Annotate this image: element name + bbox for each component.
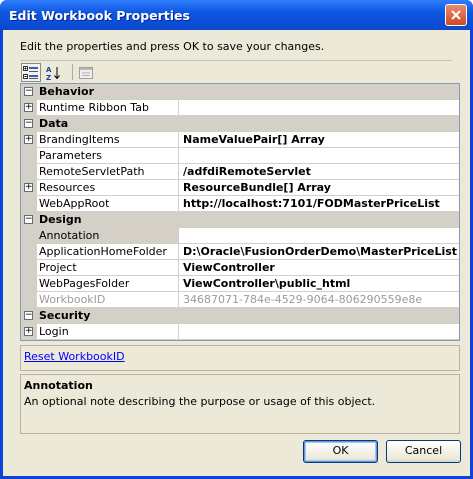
row-gutter: + bbox=[21, 132, 37, 148]
category-label: Behavior bbox=[39, 85, 95, 98]
property-row[interactable]: Parameters bbox=[21, 148, 459, 164]
row-gutter: + bbox=[21, 100, 37, 116]
property-name: WebPagesFolder bbox=[37, 276, 179, 292]
collapse-icon[interactable]: − bbox=[24, 311, 33, 320]
property-value[interactable]: http://localhost:7101/FODMasterPriceList bbox=[179, 196, 459, 212]
property-value[interactable]: NameValuePair[] Array bbox=[179, 132, 459, 148]
row-gutter: + bbox=[21, 180, 37, 196]
category-behavior[interactable]: − Behavior bbox=[21, 84, 459, 100]
category-design[interactable]: − Design bbox=[21, 212, 459, 228]
cancel-button[interactable]: Cancel bbox=[386, 440, 461, 463]
expand-icon[interactable]: + bbox=[24, 103, 33, 112]
row-gutter bbox=[21, 148, 37, 164]
property-value[interactable] bbox=[179, 228, 459, 244]
description-pane: Annotation An optional note describing t… bbox=[20, 374, 460, 434]
property-row[interactable]: + Resources ResourceBundle[] Array bbox=[21, 180, 459, 196]
property-row[interactable]: RemoteServletPath /adfdiRemoteServlet bbox=[21, 164, 459, 180]
categorized-button[interactable] bbox=[21, 63, 41, 82]
property-row[interactable]: WebPagesFolder ViewController\public_htm… bbox=[21, 276, 459, 292]
property-row[interactable]: WebAppRoot http://localhost:7101/FODMast… bbox=[21, 196, 459, 212]
property-name: Login bbox=[37, 324, 179, 340]
ok-button[interactable]: OK bbox=[303, 440, 378, 463]
property-name: Resources bbox=[37, 180, 179, 196]
expand-icon[interactable]: + bbox=[24, 327, 33, 336]
property-value: 34687071-784e-4529-9064-806290559e8e bbox=[179, 292, 459, 308]
property-pages-button[interactable] bbox=[76, 63, 96, 82]
property-name: WorkbookID bbox=[37, 292, 179, 308]
row-gutter bbox=[21, 228, 37, 244]
title-bar[interactable]: Edit Workbook Properties bbox=[0, 0, 473, 30]
property-name: Runtime Ribbon Tab bbox=[37, 100, 179, 116]
property-name: RemoteServletPath bbox=[37, 164, 179, 180]
dialog-window: Edit Workbook Properties Edit the proper… bbox=[0, 0, 473, 479]
svg-text:A: A bbox=[46, 66, 52, 74]
row-gutter bbox=[21, 196, 37, 212]
close-icon bbox=[451, 10, 461, 20]
category-label: Data bbox=[39, 117, 69, 130]
property-row[interactable]: ApplicationHomeFolder D:\Oracle\FusionOr… bbox=[21, 244, 459, 260]
property-row[interactable]: + BrandingItems NameValuePair[] Array bbox=[21, 132, 459, 148]
property-name: BrandingItems bbox=[37, 132, 179, 148]
collapse-icon[interactable]: − bbox=[24, 215, 33, 224]
categorized-icon bbox=[23, 65, 38, 79]
row-gutter bbox=[21, 292, 37, 308]
svg-text:Z: Z bbox=[46, 74, 51, 81]
alphabetical-button[interactable]: A Z bbox=[44, 63, 64, 82]
property-value[interactable]: /adfdiRemoteServlet bbox=[179, 164, 459, 180]
row-gutter bbox=[21, 244, 37, 260]
property-name: Annotation bbox=[37, 228, 179, 244]
dialog-client: Edit the properties and press OK to save… bbox=[3, 30, 470, 476]
property-grid[interactable]: − Behavior + Runtime Ribbon Tab − Data +… bbox=[20, 83, 460, 341]
property-name: Project bbox=[37, 260, 179, 276]
property-row[interactable]: + Login bbox=[21, 324, 459, 340]
toolbar-separator bbox=[72, 64, 73, 80]
expand-icon[interactable]: + bbox=[24, 135, 33, 144]
property-value[interactable]: ResourceBundle[] Array bbox=[179, 180, 459, 196]
alphabetical-icon: A Z bbox=[46, 66, 60, 81]
property-value[interactable]: ViewController bbox=[179, 260, 459, 276]
category-gutter: − bbox=[21, 116, 37, 132]
category-label: Design bbox=[39, 213, 82, 226]
property-name: Parameters bbox=[37, 148, 179, 164]
category-gutter: − bbox=[21, 84, 37, 100]
window-title: Edit Workbook Properties bbox=[9, 8, 190, 23]
property-value[interactable] bbox=[179, 100, 459, 116]
property-name: WebAppRoot bbox=[37, 196, 179, 212]
description-title: Annotation bbox=[24, 379, 93, 392]
category-gutter: − bbox=[21, 212, 37, 228]
property-row-readonly: WorkbookID 34687071-784e-4529-9064-80629… bbox=[21, 292, 459, 308]
collapse-icon[interactable]: − bbox=[24, 87, 33, 96]
collapse-icon[interactable]: − bbox=[24, 119, 33, 128]
property-toolbar: A Z bbox=[20, 60, 452, 82]
category-data[interactable]: − Data bbox=[21, 116, 459, 132]
property-value[interactable] bbox=[179, 324, 459, 340]
row-gutter bbox=[21, 276, 37, 292]
instructions-text: Edit the properties and press OK to save… bbox=[20, 40, 325, 53]
row-gutter bbox=[21, 164, 37, 180]
property-name: ApplicationHomeFolder bbox=[37, 244, 179, 260]
property-value[interactable]: D:\Oracle\FusionOrderDemo\MasterPriceLis… bbox=[179, 244, 459, 260]
property-pages-icon bbox=[79, 66, 93, 79]
row-gutter: + bbox=[21, 324, 37, 340]
expand-icon[interactable]: + bbox=[24, 183, 33, 192]
property-row-selected[interactable]: Annotation bbox=[21, 228, 459, 244]
category-gutter: − bbox=[21, 308, 37, 324]
description-text: An optional note describing the purpose … bbox=[24, 395, 376, 408]
property-value[interactable] bbox=[179, 148, 459, 164]
close-button[interactable] bbox=[445, 4, 467, 26]
commands-pane: Reset WorkbookID bbox=[20, 345, 460, 371]
property-row[interactable]: Project ViewController bbox=[21, 260, 459, 276]
row-gutter bbox=[21, 260, 37, 276]
category-security[interactable]: − Security bbox=[21, 308, 459, 324]
category-label: Security bbox=[39, 309, 91, 322]
property-row[interactable]: + Runtime Ribbon Tab bbox=[21, 100, 459, 116]
property-value[interactable]: ViewController\public_html bbox=[179, 276, 459, 292]
reset-workbook-id-link[interactable]: Reset WorkbookID bbox=[24, 350, 125, 363]
